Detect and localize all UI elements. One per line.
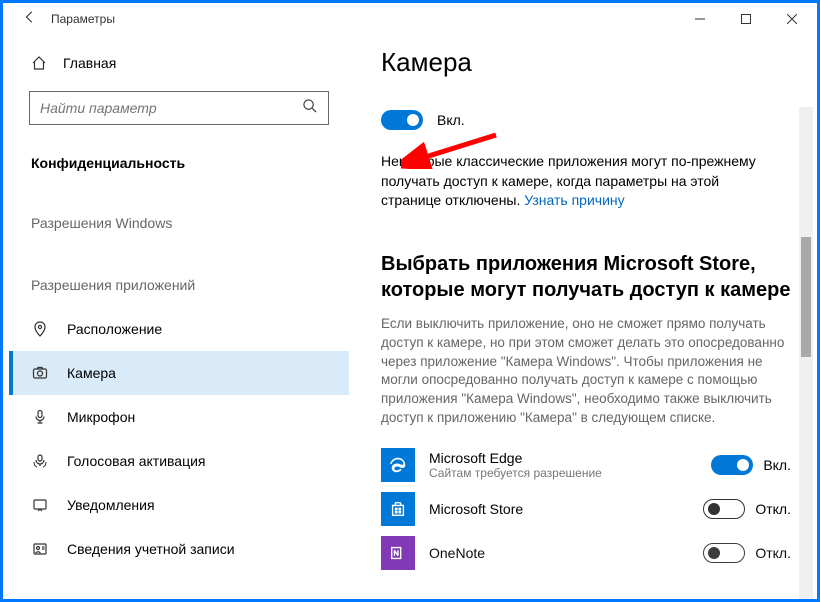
- app-icon-onenote: [381, 536, 415, 570]
- app-name: Microsoft Store: [429, 501, 703, 517]
- back-button[interactable]: [23, 10, 51, 29]
- scrollbar[interactable]: [799, 107, 813, 599]
- app-toggle-label: Вкл.: [763, 457, 791, 473]
- minimize-button[interactable]: [677, 3, 723, 35]
- learn-why-link[interactable]: Узнать причину: [524, 192, 624, 208]
- app-name: Microsoft Edge: [429, 450, 711, 466]
- camera-icon: [31, 365, 49, 381]
- content-panel: Камера Вкл. Некоторые классические прило…: [349, 35, 815, 599]
- app-toggle-store[interactable]: [703, 499, 745, 519]
- sidebar-section: Конфиденциальность: [9, 143, 349, 183]
- sidebar-item-microphone[interactable]: Микрофон: [9, 395, 349, 439]
- notifications-icon: [31, 497, 49, 513]
- sidebar-item-label: Расположение: [67, 321, 162, 337]
- apps-section-title: Выбрать приложения Microsoft Store, кото…: [381, 251, 793, 303]
- app-icon-edge: [381, 448, 415, 482]
- app-row-edge: Microsoft Edge Сайтам требуется разрешен…: [381, 448, 791, 482]
- app-toggle-label: Откл.: [755, 501, 791, 517]
- page-title: Камера: [381, 47, 793, 78]
- apps-section-desc: Если выключить приложение, оно не сможет…: [381, 315, 791, 428]
- microphone-icon: [31, 409, 49, 425]
- sidebar-item-camera[interactable]: Камера: [9, 351, 349, 395]
- search-input[interactable]: [40, 100, 302, 116]
- search-icon: [302, 98, 318, 118]
- home-label: Главная: [63, 55, 116, 71]
- home-icon: [31, 55, 47, 71]
- sidebar: Главная Конфиденциальность Разрешения Wi…: [9, 35, 349, 599]
- sidebar-item-label: Голосовая активация: [67, 453, 206, 469]
- app-toggle-label: Откл.: [755, 545, 791, 561]
- location-icon: [31, 321, 49, 337]
- app-list: Microsoft Edge Сайтам требуется разрешен…: [381, 448, 791, 570]
- sidebar-item-voice[interactable]: Голосовая активация: [9, 439, 349, 483]
- settings-window: Параметры Главная: [9, 3, 815, 599]
- app-sub: Сайтам требуется разрешение: [429, 466, 711, 480]
- app-toggle-onenote[interactable]: [703, 543, 745, 563]
- sidebar-group-windows: Разрешения Windows: [9, 201, 349, 245]
- sidebar-item-account[interactable]: Сведения учетной записи: [9, 527, 349, 571]
- titlebar: Параметры: [9, 3, 815, 35]
- sidebar-item-label: Камера: [67, 365, 116, 381]
- sidebar-item-label: Уведомления: [67, 497, 155, 513]
- scrollbar-thumb[interactable]: [801, 237, 811, 357]
- app-name: OneNote: [429, 545, 703, 561]
- app-row-onenote: OneNote Откл.: [381, 536, 791, 570]
- window-title: Параметры: [51, 12, 115, 26]
- app-icon-store: [381, 492, 415, 526]
- sidebar-item-label: Микрофон: [67, 409, 135, 425]
- home-nav[interactable]: Главная: [9, 43, 349, 83]
- sidebar-item-location[interactable]: Расположение: [9, 307, 349, 351]
- search-box[interactable]: [29, 91, 329, 125]
- sidebar-group-apps: Разрешения приложений: [9, 263, 349, 307]
- notice-text: Некоторые классические приложения могут …: [381, 152, 781, 211]
- voice-icon: [31, 453, 49, 469]
- camera-master-toggle[interactable]: [381, 110, 423, 130]
- sidebar-item-notifications[interactable]: Уведомления: [9, 483, 349, 527]
- account-icon: [31, 541, 49, 557]
- app-toggle-edge[interactable]: [711, 455, 753, 475]
- sidebar-item-label: Сведения учетной записи: [67, 541, 235, 557]
- maximize-button[interactable]: [723, 3, 769, 35]
- app-row-store: Microsoft Store Откл.: [381, 492, 791, 526]
- close-button[interactable]: [769, 3, 815, 35]
- camera-master-toggle-label: Вкл.: [437, 112, 465, 128]
